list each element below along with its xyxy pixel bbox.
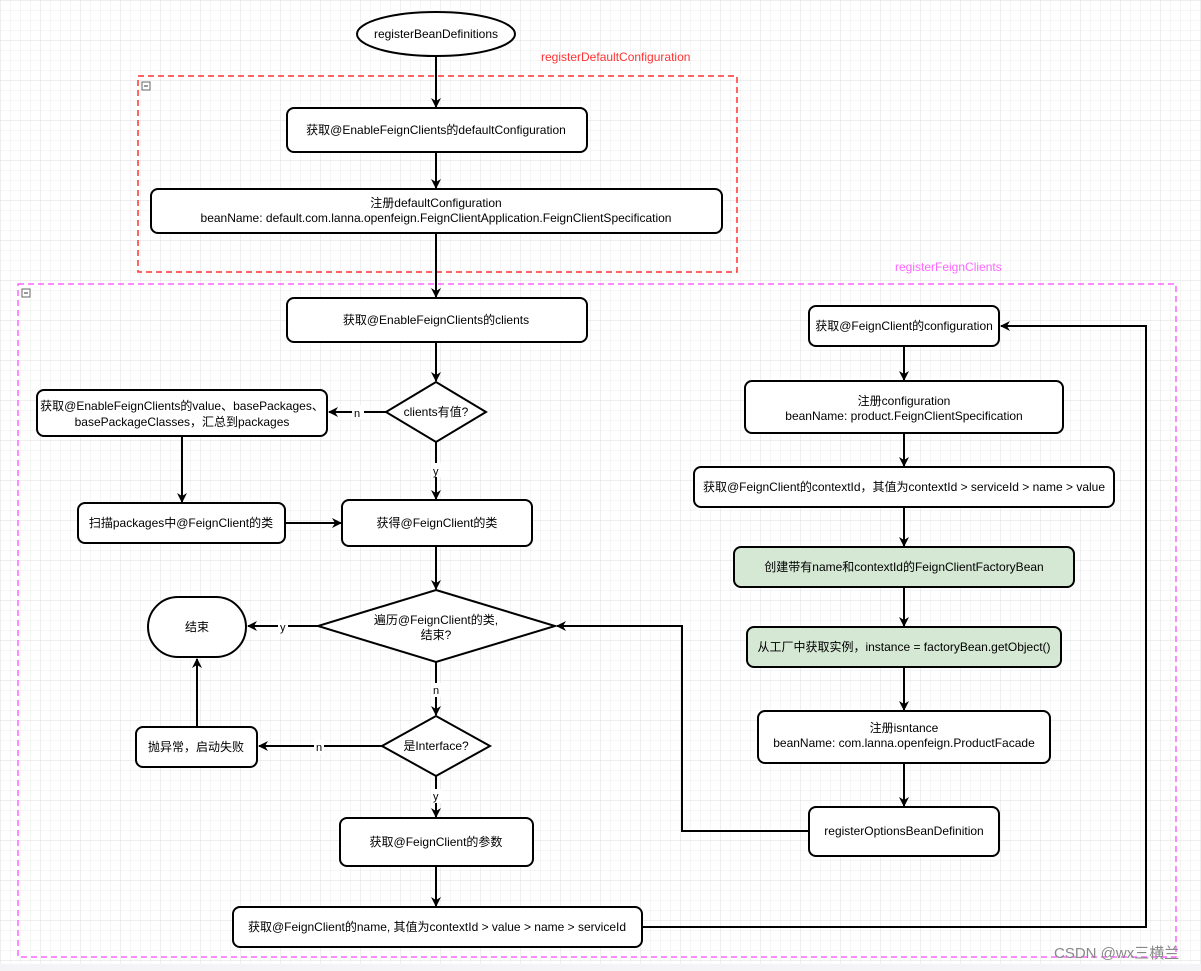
node-text: registerBeanDefinitions	[374, 27, 498, 41]
node-text: beanName: default.com.lanna.openfeign.Fe…	[201, 211, 672, 225]
node-text: beanName: product.FeignClientSpecificati…	[785, 409, 1022, 423]
node-start[interactable]: registerBeanDefinitions	[356, 11, 516, 57]
node-get-config[interactable]: 获取@FeignClient的configuration	[808, 305, 1000, 347]
node-text: 获取@EnableFeignClients的clients	[343, 312, 529, 327]
node-register-config[interactable]: 注册configuration beanName: product.FeignC…	[744, 380, 1064, 434]
group-label-default: registerDefaultConfiguration	[541, 50, 690, 64]
node-text: 抛异常，启动失败	[148, 739, 244, 754]
node-text: clients有值?	[404, 404, 469, 419]
node-text: beanName: com.lanna.openfeign.ProductFac…	[773, 736, 1035, 750]
node-text: 获取@EnableFeignClients的defaultConfigurati…	[306, 122, 566, 137]
node-text: 从工厂中获取实例，instance = factoryBean.getObjec…	[757, 639, 1050, 654]
node-text: 是Interface?	[403, 739, 469, 753]
edge-label-y: y	[433, 791, 439, 803]
node-get-params[interactable]: 获取@FeignClient的参数	[339, 817, 534, 867]
edge-label-y: y	[280, 622, 286, 634]
node-text: 获取@FeignClient的contextId，其值为contextId > …	[703, 479, 1105, 494]
node-end[interactable]: 结束	[147, 596, 247, 658]
node-text: 获取@FeignClient的name, 其值为contextId > valu…	[248, 919, 626, 934]
node-collect-packages[interactable]: 获取@EnableFeignClients的value、basePackages…	[36, 389, 328, 437]
node-text: 结束	[185, 620, 209, 634]
node-register-options[interactable]: registerOptionsBeanDefinition	[808, 806, 1000, 857]
group-label-clients: registerFeignClients	[895, 260, 1002, 274]
node-text: 注册defaultConfiguration	[370, 195, 501, 210]
node-get-feign-class[interactable]: 获得@FeignClient的类	[341, 499, 533, 547]
node-register-instance[interactable]: 注册isntance beanName: com.lanna.openfeign…	[757, 710, 1051, 764]
node-text: basePackageClasses，汇总到packages	[75, 415, 290, 429]
node-get-context-id[interactable]: 获取@FeignClient的contextId，其值为contextId > …	[693, 466, 1115, 508]
node-text: 扫描packages中@FeignClient的类	[89, 515, 273, 530]
edge-label-n: n	[433, 685, 439, 697]
node-text: 结束?	[421, 628, 452, 642]
node-get-instance[interactable]: 从工厂中获取实例，instance = factoryBean.getObjec…	[746, 626, 1062, 668]
edge-label-y: y	[433, 466, 439, 478]
node-text: 创建带有name和contextId的FeignClientFactoryBea…	[764, 559, 1043, 574]
edge-label-n: n	[354, 408, 360, 420]
bottom-strip	[0, 964, 1201, 971]
node-text: 获取@FeignClient的configuration	[815, 318, 993, 333]
watermark: CSDN @wx三横兰	[1054, 945, 1179, 962]
node-get-name[interactable]: 获取@FeignClient的name, 其值为contextId > valu…	[232, 906, 643, 948]
node-text: 获取@EnableFeignClients的value、basePackages…	[40, 398, 324, 413]
node-text: registerOptionsBeanDefinition	[824, 824, 983, 838]
node-throw-exception[interactable]: 抛异常，启动失败	[135, 726, 258, 768]
edge-label-n: n	[316, 742, 322, 754]
node-get-clients[interactable]: 获取@EnableFeignClients的clients	[286, 297, 588, 343]
node-text: 获得@FeignClient的类	[377, 515, 498, 530]
node-get-default-config[interactable]: 获取@EnableFeignClients的defaultConfigurati…	[286, 107, 588, 153]
node-text: 遍历@FeignClient的类,	[374, 612, 498, 627]
flowchart-canvas: registerDefaultConfiguration registerFei…	[0, 0, 1201, 971]
node-text: 注册configuration	[858, 393, 951, 408]
node-register-default-config[interactable]: 注册defaultConfiguration beanName: default…	[150, 188, 723, 234]
node-scan-packages[interactable]: 扫描packages中@FeignClient的类	[77, 502, 286, 544]
node-text: 获取@FeignClient的参数	[370, 834, 503, 849]
node-text: 注册isntance	[870, 720, 939, 735]
node-create-factory-bean[interactable]: 创建带有name和contextId的FeignClientFactoryBea…	[733, 546, 1075, 588]
